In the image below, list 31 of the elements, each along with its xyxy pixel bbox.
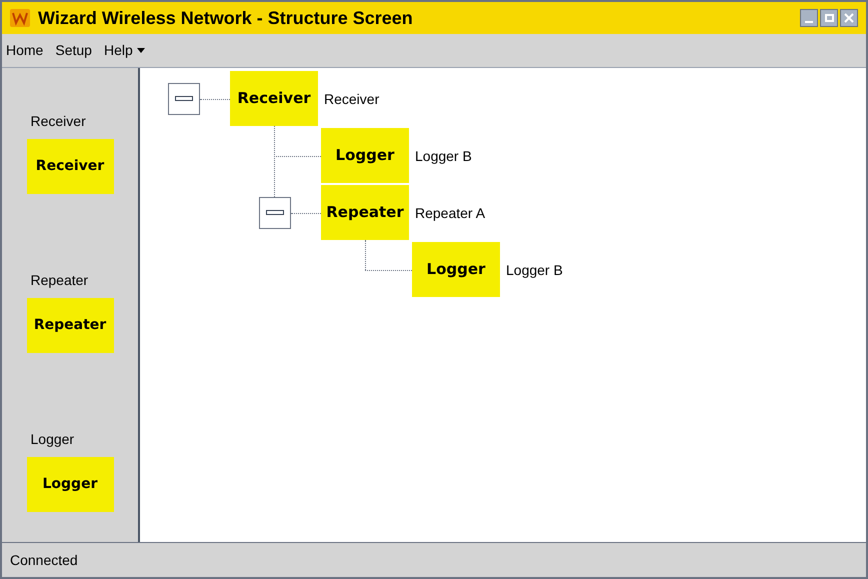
status-text: Connected [10, 550, 78, 570]
device-node[interactable]: Repeater [321, 185, 409, 240]
node-name: Logger B [506, 262, 563, 276]
menu-item[interactable]: Help [104, 40, 145, 61]
node-name: Logger B [415, 148, 472, 162]
palette-label: Repeater [30, 271, 88, 290]
maximize-icon [824, 14, 834, 22]
palette-label: Receiver [30, 112, 86, 131]
minimize-button[interactable] [800, 9, 818, 27]
collapse-toggle[interactable] [168, 82, 200, 114]
palette-tile[interactable]: Logger [26, 457, 114, 512]
palette-tile[interactable]: Repeater [26, 298, 114, 353]
node-name: Repeater A [415, 206, 486, 220]
palette-tile[interactable]: Receiver [26, 139, 114, 194]
device-node[interactable]: Logger [321, 128, 409, 183]
collapse-toggle[interactable] [259, 196, 291, 228]
minimize-icon [805, 21, 813, 23]
device-node[interactable]: Receiver [230, 71, 318, 126]
menu-item[interactable]: Setup [55, 40, 92, 61]
maximize-button[interactable] [820, 9, 838, 27]
app-logo-icon [10, 9, 30, 27]
close-button[interactable] [840, 9, 858, 27]
node-name: Receiver [324, 92, 380, 106]
palette-label: Logger [30, 430, 74, 449]
device-node[interactable]: Logger [412, 242, 500, 297]
window-title: Wizard Wireless Network - Structure Screen [38, 6, 413, 30]
caret-icon [136, 48, 145, 53]
minus-icon [266, 210, 284, 215]
minus-icon [175, 96, 193, 101]
close-icon [844, 13, 854, 23]
menu-item[interactable]: Home [6, 40, 44, 61]
